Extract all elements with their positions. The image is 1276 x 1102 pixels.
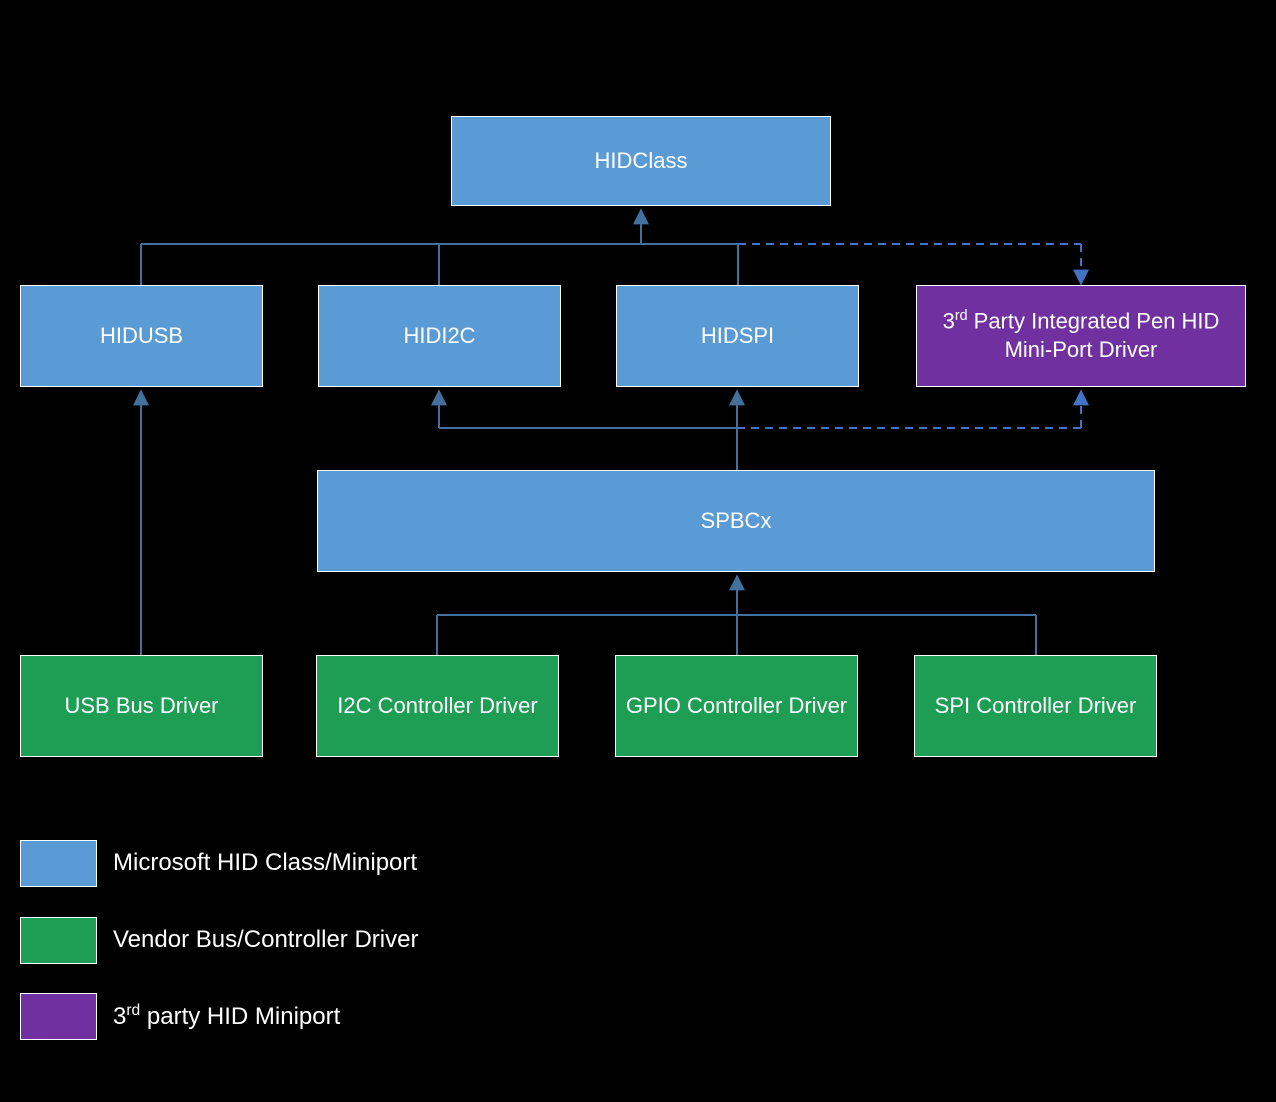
- node-spbcx-label: SPBCx: [701, 507, 772, 536]
- node-hidspi-label: HIDSPI: [701, 322, 774, 351]
- legend-label-third: 3rd party HID Miniport: [113, 1002, 340, 1031]
- node-hidclass: HIDClass: [451, 116, 831, 206]
- node-i2c-controller-label: I2C Controller Driver: [337, 692, 538, 721]
- legend-label-vendor: Vendor Bus/Controller Driver: [113, 926, 418, 954]
- node-hidi2c-label: HIDI2C: [403, 322, 475, 351]
- legend-swatch-third: [20, 993, 97, 1040]
- node-thirdparty-label: 3rd Party Integrated Pen HID Mini-Port D…: [921, 307, 1241, 365]
- node-spi-controller: SPI Controller Driver: [914, 655, 1157, 757]
- node-thirdparty: 3rd Party Integrated Pen HID Mini-Port D…: [916, 285, 1246, 387]
- node-hidspi: HIDSPI: [616, 285, 859, 387]
- node-hidclass-label: HIDClass: [595, 147, 688, 176]
- node-usb-bus-label: USB Bus Driver: [64, 692, 218, 721]
- node-i2c-controller: I2C Controller Driver: [316, 655, 559, 757]
- node-spbcx: SPBCx: [317, 470, 1155, 572]
- node-gpio-controller-label: GPIO Controller Driver: [626, 692, 847, 721]
- node-hidusb-label: HIDUSB: [100, 322, 183, 351]
- node-hidi2c: HIDI2C: [318, 285, 561, 387]
- node-usb-bus: USB Bus Driver: [20, 655, 263, 757]
- node-hidusb: HIDUSB: [20, 285, 263, 387]
- node-spi-controller-label: SPI Controller Driver: [935, 692, 1137, 721]
- legend-swatch-msclass: [20, 840, 97, 887]
- legend-swatch-vendor: [20, 917, 97, 964]
- node-gpio-controller: GPIO Controller Driver: [615, 655, 858, 757]
- legend-label-msclass: Microsoft HID Class/Miniport: [113, 849, 417, 877]
